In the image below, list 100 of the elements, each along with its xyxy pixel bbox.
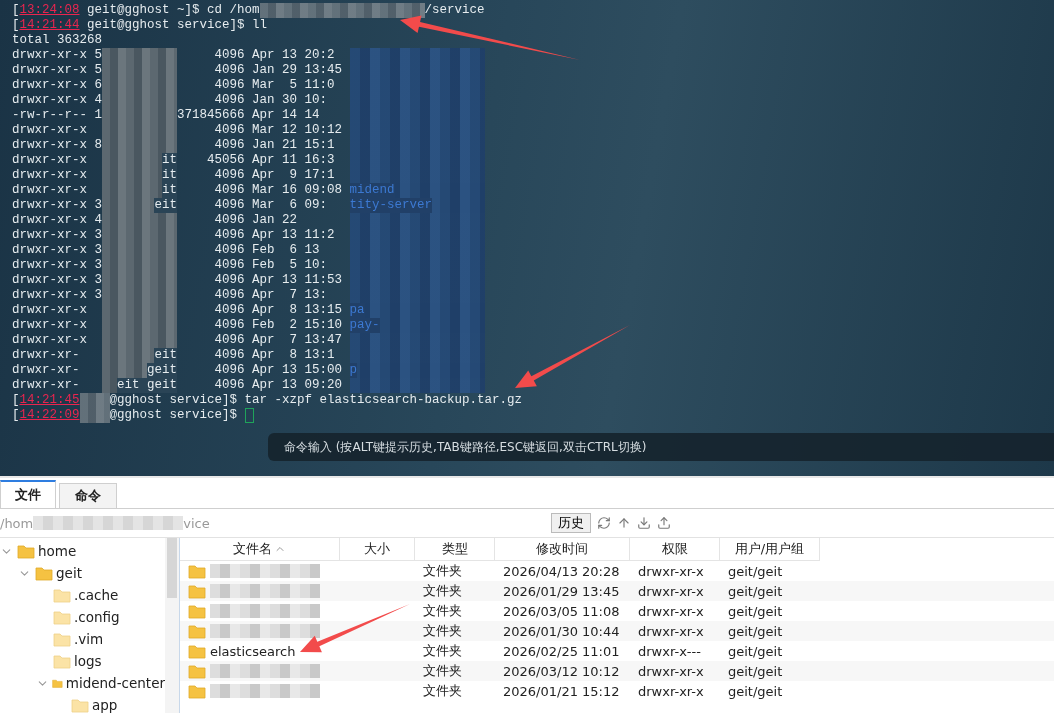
- table-cell-text: drwxr-xr-x: [637, 563, 705, 579]
- prompt-text: [: [12, 3, 20, 18]
- date-text: Mar 12 10:12: [252, 123, 342, 138]
- permissions-text: drwxr-xr-x 3: [12, 243, 102, 258]
- table-cell-text: 2026/01/21 15:12: [502, 683, 621, 699]
- tree-item[interactable]: .config: [0, 606, 165, 628]
- table-cell-text: drwxr-xr-x: [637, 583, 705, 599]
- permissions-text: drwxr-xr-x 3: [12, 258, 102, 273]
- folder-icon: [35, 565, 53, 581]
- table-cell-text: 文件夹: [422, 622, 463, 640]
- size-text: 4096: [213, 288, 245, 303]
- owner-text: eit geit: [117, 378, 177, 393]
- table-cell-text: 2026/04/13 20:28: [502, 563, 621, 579]
- prompt-text: [: [12, 408, 20, 423]
- size-text: 4096: [213, 228, 245, 243]
- date-text: Feb 5 10:: [252, 258, 328, 273]
- folder-name: .cache: [74, 587, 119, 603]
- table-cell-text: geit/geit: [727, 643, 784, 659]
- date-text: Jan 29 13:45: [252, 63, 342, 78]
- date-text: Mar 5 11:0: [252, 78, 336, 93]
- permissions-text: drwxr-xr-x 3: [12, 198, 102, 213]
- table-cell-text: drwxr-xr-x: [637, 623, 705, 639]
- prompt-text: @gghost service]$ tar -xzpf elasticsearch-backup.tar.gz: [109, 393, 523, 408]
- table-cell-text: 2026/03/05 11:08: [502, 603, 621, 619]
- date-text: Feb 2 15:10: [252, 318, 342, 333]
- timestamp: 14:21:45: [19, 393, 80, 408]
- table-cell-text: 文件夹: [422, 642, 463, 660]
- table-cell-text: 文件夹: [422, 682, 463, 700]
- tree-item[interactable]: home: [0, 540, 165, 562]
- prompt-text: @gghost service]$: [109, 408, 239, 423]
- scrollbar[interactable]: [165, 538, 180, 713]
- tab[interactable]: 命令: [59, 483, 117, 508]
- permissions-text: drwxr-xr-x: [12, 123, 88, 138]
- size-text: 4096: [213, 93, 245, 108]
- timestamp: 13:24:08: [19, 3, 80, 18]
- date-text: Apr 13 11:53: [252, 273, 342, 288]
- size-text: 4096: [213, 303, 245, 318]
- permissions-text: drwxr-xr-x: [12, 303, 88, 318]
- tree-item[interactable]: logs: [0, 650, 165, 672]
- folder-icon: [71, 697, 89, 713]
- date-text: Apr 8 13:15: [252, 303, 342, 318]
- table-cell-text: geit/geit: [727, 663, 784, 679]
- permissions-text: drwxr-xr-: [12, 363, 81, 378]
- size-text: 4096: [213, 273, 245, 288]
- command-input-hint[interactable]: 命令输入 (按ALT键提示历史,TAB键路径,ESC键返回,双击CTRL切换): [268, 433, 1054, 461]
- folder-icon: [188, 663, 206, 679]
- date-text: Apr 9 17:1: [252, 168, 336, 183]
- table-cell-text: 2026/02/25 11:01: [502, 643, 621, 659]
- permissions-text: drwxr-xr-x 4: [12, 93, 102, 108]
- table-cell-text: drwxr-xr-x: [637, 683, 705, 699]
- text-cursor: [244, 408, 254, 423]
- tree-item[interactable]: midend-center: [0, 672, 165, 694]
- size-text: 4096: [213, 183, 245, 198]
- timestamp: 14:22:09: [19, 408, 80, 423]
- table-cell-text: geit/geit: [727, 623, 784, 639]
- date-text: Apr 7 13:: [252, 288, 328, 303]
- date-text: Apr 13 20:2: [252, 48, 336, 63]
- table-cell-text: 文件夹: [422, 662, 463, 680]
- size-text: 4096: [213, 78, 245, 93]
- folder-name: .config: [74, 609, 120, 625]
- size-text: 4096: [213, 363, 245, 378]
- file-name-text: midend: [349, 183, 395, 198]
- folder-name: midend-center: [65, 675, 165, 691]
- permissions-text: drwxr-xr-x 3: [12, 273, 102, 288]
- size-text: 4096: [213, 378, 245, 393]
- date-text: Apr 8 13:1: [252, 348, 336, 363]
- owner-text: it: [162, 153, 177, 168]
- date-text: Apr 13 09:20: [252, 378, 342, 393]
- permissions-text: drwxr-xr-x: [12, 333, 88, 348]
- download-icon[interactable]: [637, 516, 651, 530]
- refresh-icon[interactable]: [597, 516, 611, 530]
- table-cell-text: 2026/03/12 10:12: [502, 663, 621, 679]
- date-text: Jan 22: [252, 213, 298, 228]
- tree-item[interactable]: geit: [0, 562, 165, 584]
- tab[interactable]: 文件: [0, 480, 56, 508]
- owner-text: eit: [154, 348, 177, 363]
- table-cell-text: drwxr-xr-x: [637, 663, 705, 679]
- file-name: elasticsearch: [210, 643, 296, 659]
- file-name-text: pay-: [349, 318, 380, 333]
- file-name-text: pa: [349, 303, 365, 318]
- folder-icon: [53, 609, 71, 625]
- date-text: Apr 13 11:2: [252, 228, 336, 243]
- permissions-text: -rw-r--r-- 1: [12, 108, 102, 123]
- table-cell-text: 文件夹: [422, 582, 463, 600]
- file-name-text: p: [349, 363, 357, 378]
- history-button[interactable]: 历史: [551, 513, 591, 533]
- table-cell-text: drwxr-xr-x: [637, 603, 705, 619]
- folder-name: geit: [56, 565, 82, 581]
- folder-icon: [53, 587, 71, 603]
- table-cell-text: 2026/01/30 10:44: [502, 623, 621, 639]
- tree-item[interactable]: .vim: [0, 628, 165, 650]
- size-text: 4096: [213, 348, 245, 363]
- size-text: 4096: [213, 333, 245, 348]
- tree-item[interactable]: app: [0, 694, 165, 713]
- upload-icon[interactable]: [657, 516, 671, 530]
- folder-name: app: [92, 697, 118, 713]
- size-text: 4096: [213, 318, 245, 333]
- folder-name: home: [38, 543, 77, 559]
- table-cell-text: 文件夹: [422, 602, 463, 620]
- tree-item[interactable]: .cache: [0, 584, 165, 606]
